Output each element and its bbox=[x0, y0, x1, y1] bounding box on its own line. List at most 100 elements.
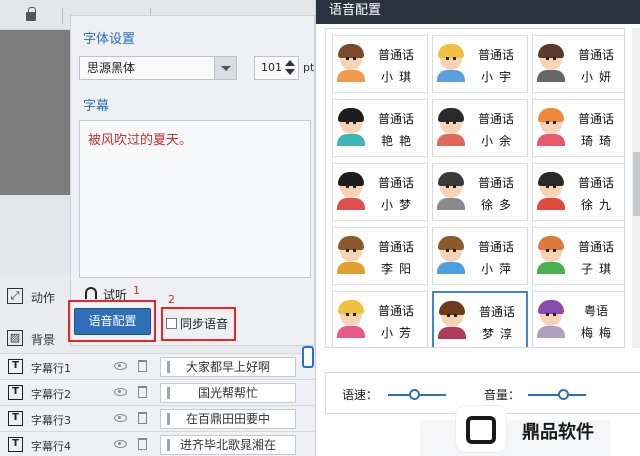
clip-handle[interactable] bbox=[167, 439, 170, 451]
subtitle-clip[interactable]: 在百鼎田田要中 bbox=[160, 409, 296, 429]
avatar-body bbox=[337, 262, 365, 274]
track-label: 字幕行4 bbox=[31, 440, 71, 453]
font-size-stepper[interactable]: 101 bbox=[254, 56, 299, 80]
avatar-eyes bbox=[546, 121, 556, 124]
voice-card[interactable]: 普通话 子琪 bbox=[532, 227, 624, 285]
avatar-body bbox=[337, 326, 365, 338]
tool-action[interactable]: ⤢ 动作 bbox=[0, 281, 70, 311]
clip-text: 大家都早上好啊 bbox=[185, 360, 270, 374]
eye-icon[interactable] bbox=[114, 414, 127, 422]
subtitle-clip[interactable]: 进齐毕北歌晁湘在 bbox=[160, 435, 296, 455]
voice-card[interactable]: 粤语 梅梅 bbox=[532, 291, 624, 347]
divider bbox=[62, 8, 63, 24]
voice-name: 小琪 bbox=[380, 70, 417, 84]
action-icon: ⤢ bbox=[7, 288, 23, 304]
trash-icon[interactable] bbox=[138, 360, 147, 372]
avatar-eyes bbox=[346, 313, 356, 316]
avatar-hair bbox=[338, 44, 364, 58]
voice-config-button[interactable]: 语音配置 bbox=[74, 308, 151, 335]
volume-slider-handle[interactable] bbox=[557, 389, 569, 400]
speed-slider-handle[interactable] bbox=[409, 389, 421, 400]
voice-type: 普通话 bbox=[377, 304, 414, 318]
subtitle-heading: 字幕 bbox=[83, 99, 110, 114]
avatar-body bbox=[337, 198, 365, 210]
voice-type: 普通话 bbox=[477, 48, 514, 62]
trash-icon[interactable] bbox=[138, 438, 147, 450]
volume-label: 音量： bbox=[484, 388, 521, 402]
clip-text: 国光帮帮忙 bbox=[197, 386, 258, 400]
track-row[interactable]: T 字幕行2 国光帮帮忙 bbox=[0, 379, 315, 405]
avatar-eyes bbox=[446, 185, 456, 188]
voice-name: 小梦 bbox=[380, 198, 417, 212]
voice-card[interactable]: 普通话 梦淳 bbox=[432, 291, 528, 347]
avatar-body bbox=[537, 198, 565, 210]
clip-text: 进齐毕北歌晁湘在 bbox=[179, 438, 276, 452]
avatar-eyes bbox=[446, 57, 456, 60]
chevron-down-icon[interactable] bbox=[214, 57, 236, 79]
track-label: 字幕行3 bbox=[31, 414, 71, 427]
eye-icon[interactable] bbox=[114, 440, 127, 448]
avatar-eyes bbox=[346, 121, 356, 124]
voice-card[interactable]: 普通话 小萍 bbox=[432, 227, 528, 285]
lock-icon[interactable] bbox=[26, 7, 36, 21]
trash-icon[interactable] bbox=[138, 386, 147, 398]
track-label: 字幕行1 bbox=[31, 362, 71, 375]
brand-logo bbox=[455, 405, 507, 453]
avatar-eyes bbox=[446, 249, 456, 252]
avatar-eyes bbox=[546, 313, 556, 316]
avatar-hair bbox=[338, 236, 364, 250]
clip-handle[interactable] bbox=[167, 413, 170, 425]
avatar-body bbox=[537, 326, 565, 338]
voice-card[interactable]: 普通话 艳艳 bbox=[332, 99, 428, 157]
voice-type: 普通话 bbox=[477, 176, 514, 190]
track-row[interactable]: T 字幕行3 在百鼎田田要中 bbox=[0, 405, 315, 431]
clip-handle[interactable] bbox=[167, 361, 170, 373]
avatar-body bbox=[337, 70, 365, 82]
voice-card[interactable]: 普通话 小宇 bbox=[432, 35, 528, 93]
trash-icon[interactable] bbox=[138, 412, 147, 424]
voice-card[interactable]: 普通话 李阳 bbox=[332, 227, 428, 285]
subtitle-clip[interactable]: 国光帮帮忙 bbox=[160, 383, 296, 403]
avatar-hair bbox=[438, 236, 464, 250]
eye-icon[interactable] bbox=[114, 362, 127, 370]
checkbox-box[interactable] bbox=[166, 318, 177, 329]
voice-card[interactable]: 普通话 小琪 bbox=[332, 35, 428, 93]
track-row[interactable]: T 字幕行1 大家都早上好啊 bbox=[0, 353, 315, 379]
voice-name: 李阳 bbox=[380, 262, 417, 276]
voice-card[interactable]: 普通话 琦琦 bbox=[532, 99, 624, 157]
voice-type: 粤语 bbox=[583, 304, 608, 318]
scrollbar[interactable] bbox=[632, 28, 640, 348]
avatar-body bbox=[437, 70, 465, 82]
spinner-arrows-icon[interactable] bbox=[285, 60, 295, 76]
avatar-hair bbox=[538, 300, 564, 314]
subtitle-textarea[interactable]: 被风吹过的夏天。 bbox=[79, 120, 311, 278]
tool-background[interactable]: ▨ 背景 bbox=[0, 323, 70, 353]
font-settings-heading: 字体设置 bbox=[83, 32, 136, 47]
background-icon: ▨ bbox=[7, 330, 23, 346]
voice-card[interactable]: 普通话 小余 bbox=[432, 99, 528, 157]
text-track-icon: T bbox=[8, 385, 23, 400]
voice-card[interactable]: 普通话 小芳 bbox=[332, 291, 428, 347]
sync-voice-label: 同步语音 bbox=[180, 317, 229, 331]
track-row[interactable]: T 字幕行4 进齐毕北歌晁湘在 bbox=[0, 431, 315, 456]
font-family-select[interactable]: 思源黑体 bbox=[79, 56, 237, 80]
voice-name: 小妍 bbox=[580, 70, 617, 84]
avatar-hair bbox=[338, 172, 364, 186]
voice-card[interactable]: 普通话 小梦 bbox=[332, 163, 428, 221]
voice-card[interactable]: 普通话 小妍 bbox=[532, 35, 624, 93]
voice-card[interactable]: 普通话 徐九 bbox=[532, 163, 624, 221]
subtitle-clip[interactable]: 大家都早上好啊 bbox=[160, 357, 296, 377]
sync-voice-checkbox[interactable]: 同步语音 bbox=[166, 313, 229, 335]
voice-type: 普通话 bbox=[577, 112, 614, 126]
avatar-hair bbox=[438, 108, 464, 122]
playhead[interactable] bbox=[302, 346, 314, 368]
avatar-hair bbox=[438, 172, 464, 186]
eye-icon[interactable] bbox=[114, 388, 127, 396]
avatar-hair bbox=[538, 172, 564, 186]
voice-card[interactable]: 普通话 徐多 bbox=[432, 163, 528, 221]
scrollbar-thumb[interactable] bbox=[633, 152, 640, 216]
voice-type: 普通话 bbox=[577, 48, 614, 62]
clip-handle[interactable] bbox=[167, 387, 170, 399]
font-subtitle-panel: 字体设置 思源黑体 101 pt 字幕 被风吹过的夏天。 试听 bbox=[70, 15, 315, 346]
avatar-body bbox=[337, 134, 365, 146]
